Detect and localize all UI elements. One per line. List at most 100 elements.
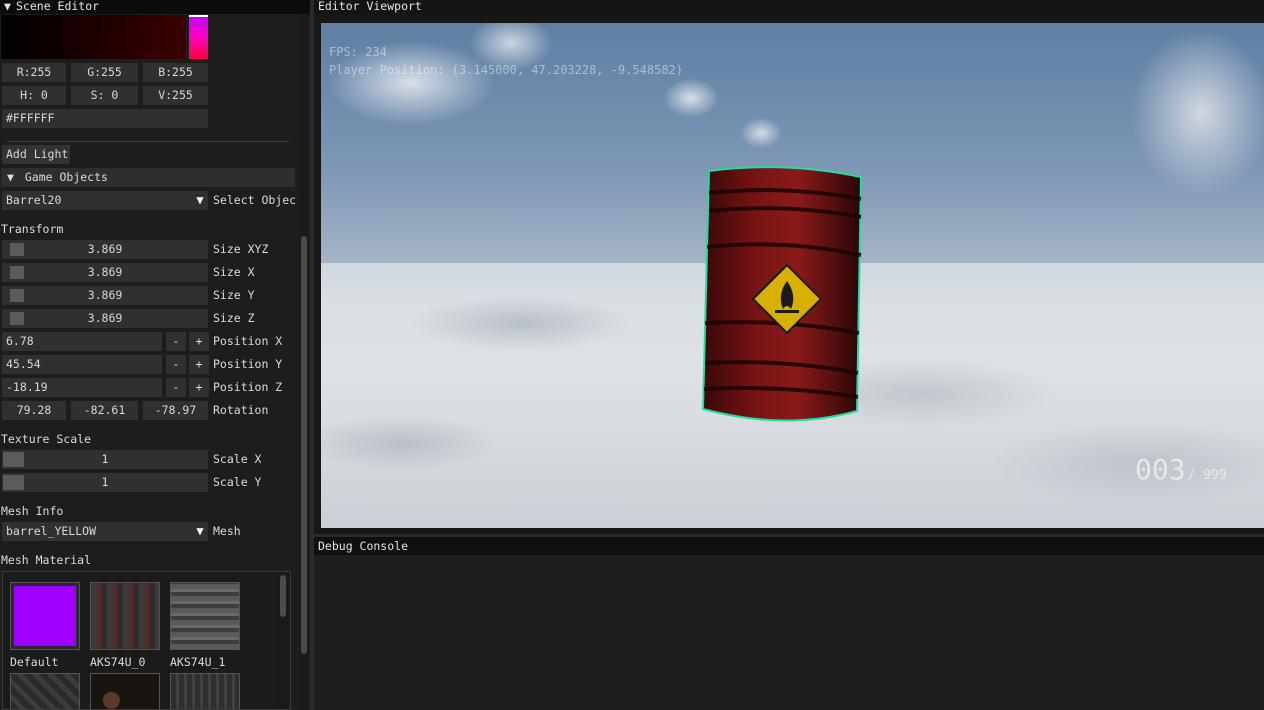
scene-editor-panel: ▼ Scene Editor R:255 G:255 B:255 H: 0 S: … <box>0 0 310 710</box>
size-x-slider[interactable]: 3.869 <box>2 263 208 282</box>
scale-x-label: Scale X <box>213 452 262 466</box>
ammo-counter: 003/ 999 <box>1135 453 1227 486</box>
color-v-field[interactable]: V:255 <box>143 86 208 105</box>
debug-console-output[interactable] <box>314 555 1264 710</box>
player-position-readout: Player Position: (3.145000, 47.203228, -… <box>329 63 684 77</box>
mesh-dropdown[interactable]: barrel_YELLOW ▼ <box>2 522 208 541</box>
game-objects-header[interactable]: ▼ Game Objects <box>1 168 295 187</box>
scale-x-value: 1 <box>101 452 109 466</box>
rotation-x-field[interactable]: 79.28 <box>2 401 66 420</box>
material-thumb[interactable] <box>90 673 160 709</box>
select-object-dropdown[interactable]: Barrel20 ▼ <box>2 191 208 210</box>
position-x-input[interactable]: 6.78 <box>2 332 162 351</box>
position-z-decrement-button[interactable]: - <box>166 378 186 397</box>
select-object-value: Barrel20 <box>6 193 62 207</box>
material-default-swatch <box>14 586 76 646</box>
material-browser-scrollbar[interactable] <box>277 572 289 709</box>
mesh-info-heading: Mesh Info <box>1 504 64 518</box>
rotation-y-field[interactable]: -82.61 <box>71 401 138 420</box>
collapse-triangle-icon: ▼ <box>7 170 14 184</box>
material-thumb-default[interactable] <box>10 582 80 650</box>
position-x-label: Position X <box>213 334 283 348</box>
position-y-label: Position Y <box>213 357 283 371</box>
material-thumb[interactable] <box>10 673 80 709</box>
dropdown-arrow-icon: ▼ <box>192 522 208 541</box>
position-z-input[interactable]: -18.19 <box>2 378 162 397</box>
scene-editor-scroll-thumb[interactable] <box>301 236 307 654</box>
material-caption: AKS74U_0 <box>90 655 146 669</box>
size-y-slider[interactable]: 3.869 <box>2 286 208 305</box>
select-object-label: Select Object <box>213 193 297 207</box>
size-z-value: 3.869 <box>87 311 123 325</box>
debug-console-titlebar[interactable]: Debug Console <box>314 537 1264 555</box>
color-h-field[interactable]: H: 0 <box>2 86 66 105</box>
scale-y-value: 1 <box>101 475 109 489</box>
material-browser: Default AKS74U_0 AKS74U_1 <box>2 571 291 710</box>
material-caption: AKS74U_1 <box>170 655 226 669</box>
dropdown-arrow-icon: ▼ <box>192 191 208 210</box>
slider-grab[interactable] <box>10 312 24 325</box>
slider-grab[interactable] <box>3 452 24 467</box>
ammo-current: 003 <box>1135 453 1186 486</box>
scale-x-slider[interactable]: 1 <box>2 450 208 469</box>
position-y-decrement-button[interactable]: - <box>166 355 186 374</box>
size-y-label: Size Y <box>213 288 255 302</box>
position-z-label: Position Z <box>213 380 283 394</box>
slider-grab[interactable] <box>10 289 24 302</box>
collapse-triangle-icon[interactable]: ▼ <box>4 0 16 13</box>
color-r-field[interactable]: R:255 <box>2 63 66 82</box>
size-y-value: 3.869 <box>87 288 123 302</box>
editor-viewport-title: Editor Viewport <box>318 0 422 13</box>
scene-editor-title: Scene Editor <box>16 0 100 13</box>
hue-bar[interactable] <box>189 15 208 59</box>
material-thumb-aks74u-0[interactable] <box>90 582 160 650</box>
material-caption: Default <box>10 655 59 669</box>
size-x-label: Size X <box>213 265 255 279</box>
rotation-label: Rotation <box>213 403 269 417</box>
mesh-label: Mesh <box>213 524 241 538</box>
size-z-slider[interactable]: 3.869 <box>2 309 208 328</box>
slider-grab[interactable] <box>10 243 24 256</box>
rotation-z-field[interactable]: -78.97 <box>143 401 208 420</box>
position-y-input[interactable]: 45.54 <box>2 355 162 374</box>
position-x-increment-button[interactable]: + <box>189 332 209 351</box>
game-objects-header-label: Game Objects <box>24 170 108 184</box>
texture-scale-heading: Texture Scale <box>1 432 92 446</box>
scale-y-label: Scale Y <box>213 475 262 489</box>
position-x-decrement-button[interactable]: - <box>166 332 186 351</box>
material-browser-scroll-thumb[interactable] <box>280 575 286 617</box>
mesh-material-heading: Mesh Material <box>1 553 92 567</box>
color-b-field[interactable]: B:255 <box>143 63 208 82</box>
editor-viewport-window: Editor Viewport FPS: 234 Player Position… <box>314 0 1264 534</box>
hue-bar-marker <box>189 15 208 17</box>
scale-y-slider[interactable]: 1 <box>2 473 208 492</box>
transform-heading: Transform <box>1 222 64 236</box>
ammo-total: / 999 <box>1187 468 1227 483</box>
position-z-increment-button[interactable]: + <box>189 378 209 397</box>
material-thumb[interactable] <box>170 673 240 709</box>
color-g-field[interactable]: G:255 <box>71 63 138 82</box>
debug-console-title: Debug Console <box>318 539 409 553</box>
fps-readout: FPS: 234 <box>329 45 387 59</box>
slider-grab[interactable] <box>3 475 24 490</box>
mesh-dropdown-value: barrel_YELLOW <box>6 524 97 538</box>
color-saturation-value-square[interactable] <box>1 15 186 59</box>
slider-grab[interactable] <box>10 266 24 279</box>
scene-editor-titlebar[interactable]: ▼ Scene Editor <box>0 0 310 14</box>
size-xyz-slider[interactable]: 3.869 <box>2 240 208 259</box>
position-y-increment-button[interactable]: + <box>189 355 209 374</box>
editor-viewport-titlebar[interactable]: Editor Viewport <box>314 0 1264 14</box>
separator <box>6 141 290 142</box>
barrel-model[interactable] <box>701 163 869 425</box>
color-s-field[interactable]: S: 0 <box>71 86 138 105</box>
scene-editor-scrollbar[interactable] <box>300 14 308 710</box>
add-light-button[interactable]: Add Light <box>2 145 70 164</box>
material-thumb-aks74u-1[interactable] <box>170 582 240 650</box>
color-hex-field[interactable]: #FFFFFF <box>2 109 208 128</box>
size-z-label: Size Z <box>213 311 255 325</box>
size-xyz-value: 3.869 <box>87 242 123 256</box>
debug-console-window: Debug Console <box>314 537 1264 710</box>
size-xyz-label: Size XYZ <box>213 242 269 256</box>
size-x-value: 3.869 <box>87 265 123 279</box>
3d-viewport[interactable]: FPS: 234 Player Position: (3.145000, 47.… <box>321 23 1264 528</box>
